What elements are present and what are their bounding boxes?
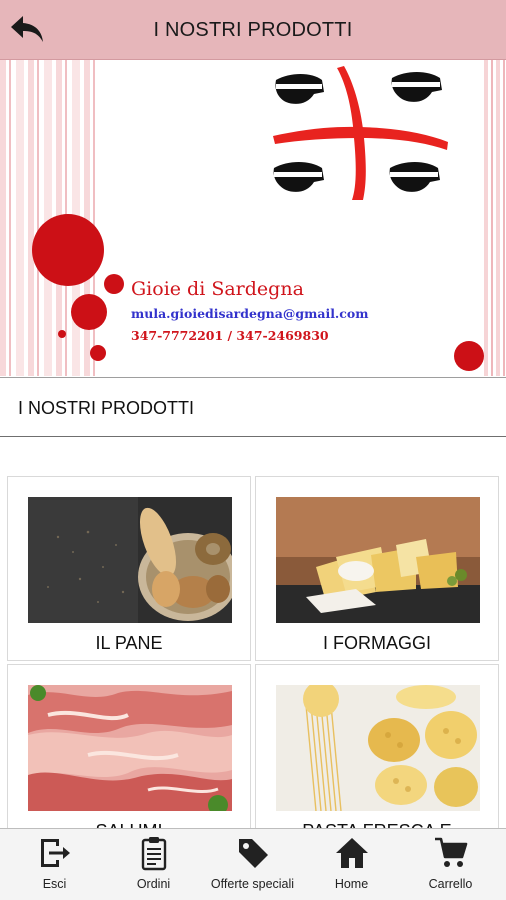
tab-carrello[interactable]: Carrello <box>400 829 501 900</box>
red-dot-small <box>104 274 124 294</box>
product-label-formaggi: I FORMAGGI <box>323 633 431 653</box>
tab-home[interactable]: Home <box>301 829 402 900</box>
red-dot-mini <box>58 330 66 338</box>
cart-icon <box>434 837 467 867</box>
moor-head-icon-4 <box>389 162 440 192</box>
red-dot-large <box>32 214 104 286</box>
bread-image <box>28 497 232 623</box>
red-dot-right <box>454 341 484 371</box>
tag-icon <box>238 839 268 868</box>
top-bar: I NOSTRI PRODOTTI <box>0 0 506 60</box>
sardinia-flag-emblem <box>273 66 448 200</box>
brand-name: Gioie di Sardegna <box>131 278 304 300</box>
red-dot-medium <box>71 294 107 330</box>
exit-icon <box>40 839 70 867</box>
moor-head-icon-1 <box>275 74 324 104</box>
tab-offerte-speciali[interactable]: Offerte speciali <box>202 829 303 900</box>
tab-label-esci: Esci <box>42 877 67 891</box>
tab-label-home: Home <box>334 877 369 891</box>
product-label-pane: IL PANE <box>95 633 163 653</box>
cured-meats-image <box>28 685 232 811</box>
moor-head-icon-3 <box>273 162 324 192</box>
clipboard-icon <box>141 837 166 871</box>
tab-label-ordini: Ordini <box>136 877 171 891</box>
tab-ordini[interactable]: Ordini <box>103 829 204 900</box>
product-card-formaggi[interactable]: I FORMAGGI <box>255 476 499 661</box>
cheese-image <box>276 497 480 623</box>
product-card-salumi[interactable]: SALUMI <box>7 664 251 849</box>
product-card-pasta[interactable]: PASTA FRESCA E <box>255 664 499 849</box>
brand-phones[interactable]: 347-7772201 / 347-2469830 <box>131 328 329 343</box>
tab-esci[interactable]: Esci <box>4 829 105 900</box>
brand-email[interactable]: mula.gioiedisardegna@gmail.com <box>131 306 368 321</box>
product-card-pane[interactable]: IL PANE <box>7 476 251 661</box>
section-title: I NOSTRI PRODOTTI <box>18 398 195 418</box>
tab-label-offerte: Offerte speciali <box>210 877 295 891</box>
brand-banner: Gioie di Sardegna mula.gioiedisardegna@g… <box>0 60 506 376</box>
bottom-tab-bar: Esci Ordini Offerte speciali Home Carrel… <box>0 828 506 900</box>
home-icon <box>335 838 368 868</box>
moor-head-icon-2 <box>391 72 442 102</box>
section-header: I NOSTRI PRODOTTI <box>0 377 506 437</box>
red-dot-tiny <box>90 345 106 361</box>
page-title: I NOSTRI PRODOTTI <box>153 19 353 41</box>
tab-label-carrello: Carrello <box>428 877 473 891</box>
pasta-image <box>276 685 480 811</box>
